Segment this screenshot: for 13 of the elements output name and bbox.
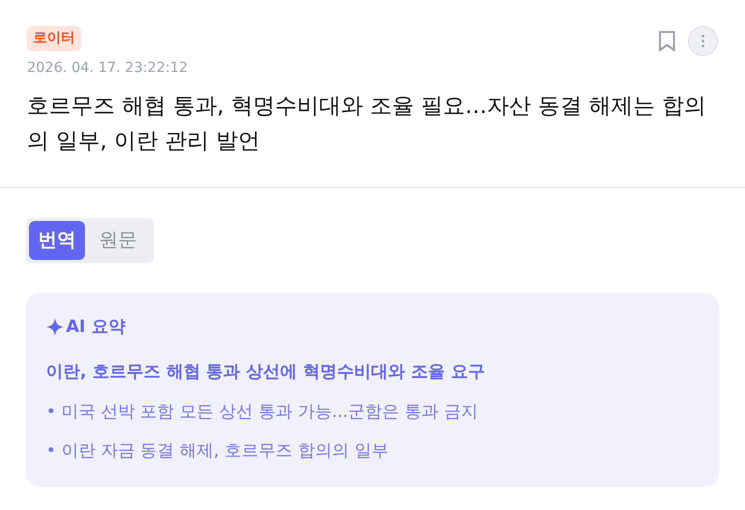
tab[interactable]: 원문 [85,221,151,260]
tab[interactable]: 번역 [29,221,85,260]
sparkle-icon [46,318,64,336]
more-button[interactable] [688,26,718,56]
bookmark-icon[interactable] [658,30,676,52]
summary-label: AI 요약 [66,316,126,338]
timestamp: 2026. 04. 17. 23:22:12 [27,59,189,78]
summary-headline: 이란, 호르무즈 해협 통과 상선에 혁명수비대와 조율 요구 [46,361,486,384]
article-title: 호르무즈 해협 통과, 혁명수비대와 조율 필요…자산 동결 해제는 합의의 일부, 이란 관리 발언 [27,93,707,156]
summary-point: • 이란 자금 동결 해제, 호르무즈 합의의 일부 [46,440,390,463]
source-badge: 로이터 [27,26,81,51]
more-icon [701,34,705,48]
summary-point: • 미국 선박 포함 모든 상선 통과 가능...군함은 통과 금지 [46,400,479,424]
